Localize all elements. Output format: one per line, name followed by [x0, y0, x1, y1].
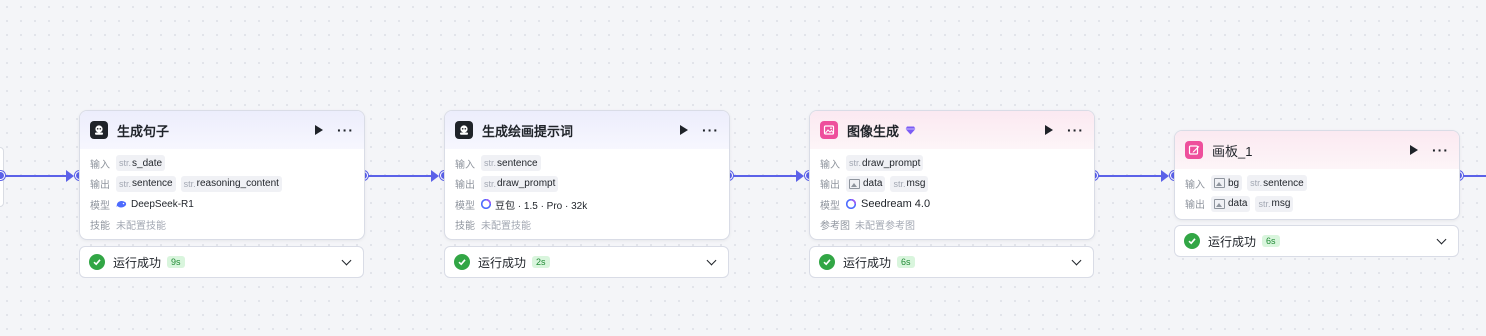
model-row: 模型 豆包 · 1.5 · Pro · 32k	[455, 194, 719, 215]
run-time-badge: 6s	[1262, 235, 1280, 247]
node-title: 画板_1	[1212, 143, 1253, 159]
output-label: 输出	[455, 180, 475, 192]
param-tag: str. sentence	[116, 175, 176, 192]
check-circle-icon	[89, 254, 105, 270]
edge-node1-to-node2[interactable]	[366, 170, 439, 182]
premium-gem-icon	[905, 126, 916, 135]
more-dots-icon[interactable]: ···	[337, 123, 354, 137]
model-value: 豆包 · 1.5 · Pro · 32k	[481, 197, 587, 212]
image-icon	[820, 121, 838, 139]
play-icon[interactable]	[680, 125, 688, 135]
output-row: 输出 str. draw_prompt	[455, 174, 719, 195]
run-status-bar[interactable]: 运行成功 9s	[79, 246, 364, 278]
run-time-badge: 6s	[897, 256, 915, 268]
image-type-icon	[1214, 198, 1225, 209]
model-label: 模型	[820, 200, 840, 212]
image-type-icon	[849, 178, 860, 189]
input-label: 输入	[90, 159, 110, 171]
play-icon[interactable]	[1410, 145, 1418, 155]
skill-label: 技能	[90, 221, 110, 233]
workflow-node-generate-sentence[interactable]: 生成句子 ··· 输入 str. s_date 输出 str. sentence s…	[79, 110, 365, 240]
input-row: 输入 bg str. sentence	[1185, 173, 1449, 194]
input-label: 输入	[455, 159, 475, 171]
doubao-logo-icon	[481, 199, 491, 210]
seedream-logo-icon	[846, 199, 856, 210]
more-dots-icon[interactable]: ···	[1432, 143, 1449, 157]
canvas-pen-icon	[1185, 141, 1203, 159]
output-label: 输出	[90, 180, 110, 192]
robot-icon	[90, 121, 108, 139]
param-tag: str. msg	[1255, 195, 1294, 212]
param-tag: bg	[1211, 175, 1243, 192]
run-status-bar[interactable]: 运行成功 6s	[1174, 225, 1459, 257]
robot-icon	[455, 121, 473, 139]
more-dots-icon[interactable]: ···	[702, 123, 719, 137]
skill-value: 未配置技能	[481, 221, 531, 233]
skill-value: 未配置技能	[116, 221, 166, 233]
param-tag: data	[846, 175, 886, 192]
node-title: 图像生成	[847, 123, 900, 139]
model-label: 模型	[90, 200, 110, 212]
run-status-bar[interactable]: 运行成功 2s	[444, 246, 729, 278]
edge-node2-to-node3[interactable]	[731, 170, 804, 182]
chevron-down-icon[interactable]	[341, 255, 352, 265]
param-tag: data	[1211, 195, 1251, 212]
play-icon[interactable]	[1045, 125, 1053, 135]
output-port[interactable]	[0, 171, 5, 180]
edge-start-to-node1[interactable]	[2, 170, 74, 182]
deepseek-whale-icon	[116, 200, 127, 208]
chevron-down-icon[interactable]	[1071, 255, 1082, 265]
param-tag: str. sentence	[481, 155, 541, 172]
edge-node3-to-node4[interactable]	[1096, 170, 1169, 182]
edge-node4-to-next[interactable]	[1461, 175, 1486, 177]
output-row: 输出 data str. msg	[1185, 194, 1449, 215]
model-row: 模型 Seedream 4.0	[820, 194, 1084, 215]
input-row: 输入 str. sentence	[455, 153, 719, 174]
run-time-badge: 2s	[532, 256, 550, 268]
param-tag: str. draw_prompt	[846, 155, 924, 172]
workflow-node-image-generation[interactable]: 图像生成 ··· 输入 str. draw_prompt 输出 data str.…	[809, 110, 1095, 240]
workflow-node-generate-prompt[interactable]: 生成绘画提示词 ··· 输入 str. sentence 输出 str. draw_…	[444, 110, 730, 240]
node-title: 生成句子	[117, 123, 170, 139]
input-label: 输入	[820, 159, 840, 171]
run-time-badge: 9s	[167, 256, 185, 268]
chevron-down-icon[interactable]	[706, 255, 717, 265]
model-value: Seedream 4.0	[846, 198, 930, 210]
ref-image-row: 参考图 未配置参考图	[820, 215, 1084, 236]
input-row: 输入 str. s_date	[90, 153, 354, 174]
ref-image-value: 未配置参考图	[855, 221, 915, 233]
status-text: 运行成功	[1208, 234, 1257, 249]
more-dots-icon[interactable]: ···	[1067, 123, 1084, 137]
image-type-icon	[1214, 178, 1225, 189]
output-row: 输出 str. sentence str. reasoning_content	[90, 174, 354, 195]
param-tag: str. msg	[890, 175, 929, 192]
run-status-bar[interactable]: 运行成功 6s	[809, 246, 1094, 278]
workflow-node-canvas[interactable]: 画板_1 ··· 输入 bg str. sentence 输出 data str.…	[1174, 130, 1460, 220]
param-tag: str. draw_prompt	[481, 175, 559, 192]
input-label: 输入	[1185, 179, 1205, 191]
chevron-down-icon[interactable]	[1436, 234, 1447, 244]
skill-row: 技能 未配置技能	[455, 215, 719, 236]
status-text: 运行成功	[113, 255, 162, 270]
param-tag: str. sentence	[1247, 175, 1307, 192]
output-label: 输出	[1185, 200, 1205, 212]
param-tag: str. s_date	[116, 155, 166, 172]
output-label: 输出	[820, 180, 840, 192]
node-title: 生成绘画提示词	[482, 123, 574, 139]
check-circle-icon	[819, 254, 835, 270]
play-icon[interactable]	[315, 125, 323, 135]
check-circle-icon	[454, 254, 470, 270]
status-text: 运行成功	[843, 255, 892, 270]
model-value: DeepSeek-R1	[116, 199, 194, 210]
output-row: 输出 data str. msg	[820, 174, 1084, 195]
param-tag: str. reasoning_content	[180, 175, 282, 192]
input-row: 输入 str. draw_prompt	[820, 153, 1084, 174]
skill-label: 技能	[455, 221, 475, 233]
model-label: 模型	[455, 200, 475, 212]
model-row: 模型 DeepSeek-R1	[90, 194, 354, 215]
skill-row: 技能 未配置技能	[90, 215, 354, 236]
ref-image-label: 参考图	[820, 221, 850, 233]
check-circle-icon	[1184, 233, 1200, 249]
status-text: 运行成功	[478, 255, 527, 270]
